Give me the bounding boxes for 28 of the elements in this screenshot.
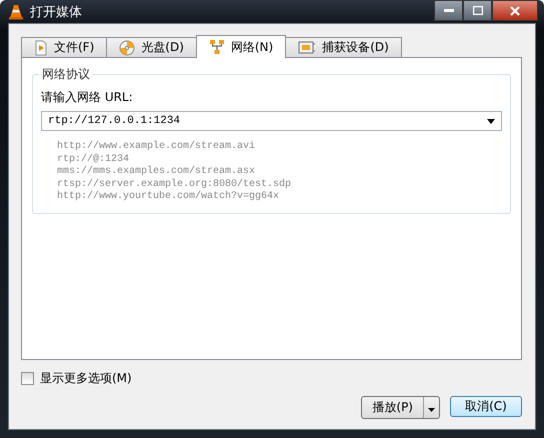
example-url: rtsp://server.example.org:8080/test.sdp bbox=[57, 178, 292, 190]
url-prompt: 请输入网络 URL: bbox=[41, 90, 133, 104]
play-button[interactable]: 播放(P) bbox=[362, 397, 423, 418]
tab[interactable]: 捕获设备(D) bbox=[285, 37, 402, 57]
example-url: mms://mms.examples.com/stream.asx bbox=[57, 166, 256, 178]
tab[interactable]: 光盘(D) bbox=[106, 37, 197, 57]
capture-card-icon bbox=[298, 40, 316, 56]
minimize-icon bbox=[444, 8, 454, 12]
network-icon bbox=[208, 39, 225, 55]
tab[interactable]: 网络(N) bbox=[196, 35, 286, 58]
minimize-button[interactable] bbox=[434, 0, 463, 21]
example-url: rtp://@:1234 bbox=[57, 154, 130, 166]
cancel-button[interactable]: 取消(C) bbox=[450, 396, 522, 417]
window-title: 打开媒体 bbox=[30, 4, 82, 20]
traffic-cone-icon bbox=[8, 4, 24, 20]
checkbox-label[interactable]: 显示更多选项(M) bbox=[40, 370, 132, 387]
maximize-button[interactable] bbox=[463, 0, 492, 21]
url-combo-field[interactable]: rtp://127.0.0.1:1234 bbox=[41, 111, 502, 131]
dropdown-arrow-icon[interactable] bbox=[487, 119, 495, 124]
close-button[interactable] bbox=[492, 0, 538, 21]
example-url: http://www.example.com/stream.avi bbox=[57, 141, 256, 154]
tab[interactable]: 文件(F) bbox=[21, 37, 108, 57]
example-url: http://www.yourtube.com/watch?v=gg64x bbox=[57, 191, 280, 204]
maximize-icon bbox=[472, 6, 482, 15]
checkbox[interactable] bbox=[21, 372, 34, 385]
close-icon bbox=[510, 6, 520, 16]
play-split-button[interactable]: 播放(P) bbox=[361, 396, 440, 419]
group-title: 网络协议 bbox=[39, 66, 93, 83]
